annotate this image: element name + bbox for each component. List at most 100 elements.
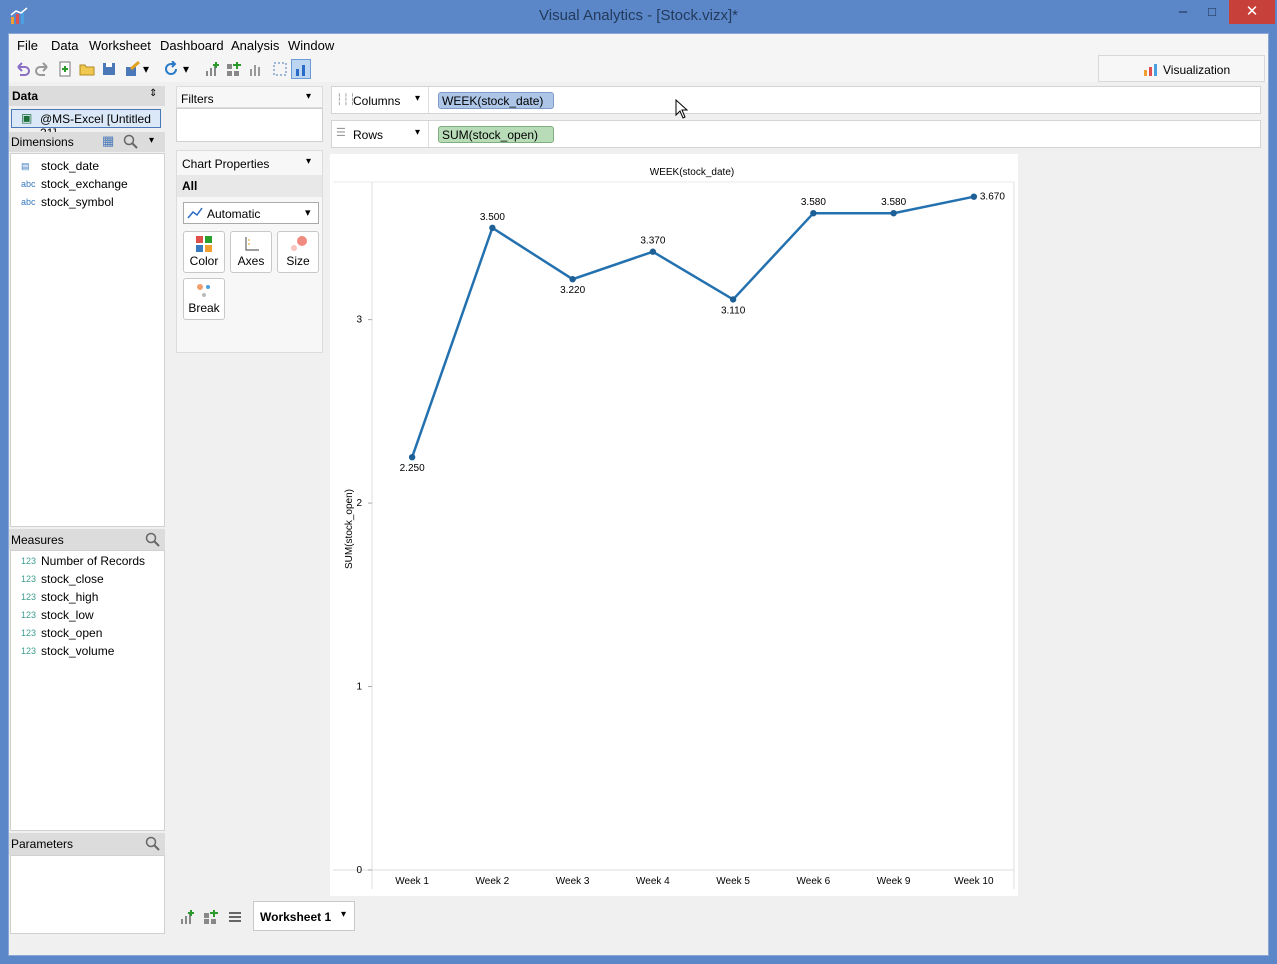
axes-button[interactable]: Axes [230, 231, 272, 273]
field-label: stock_low [41, 608, 94, 622]
open-folder-icon[interactable] [77, 59, 97, 79]
field-label: Number of Records [41, 554, 146, 568]
divider [428, 121, 429, 147]
search-icon[interactable] [145, 532, 161, 548]
sort-icon[interactable]: ⇕ [149, 88, 157, 99]
chevron-down-icon[interactable]: ▾ [141, 59, 151, 79]
columns-label: Columns [353, 94, 401, 108]
select-tool-icon[interactable] [270, 59, 290, 79]
measure-item-stock-high[interactable]: 123 stock_high [21, 589, 98, 605]
save-icon[interactable] [99, 59, 119, 79]
visualization-icon [1144, 64, 1157, 76]
chart-canvas[interactable]: WEEK(stock_date) SUM(stock_open) 0 1 2 3 We… [330, 154, 1018, 896]
measure-item-stock-open[interactable]: 123 stock_open [21, 625, 102, 641]
show-me-icon[interactable] [291, 59, 311, 79]
size-label: Size [286, 254, 310, 268]
data-point [569, 276, 576, 283]
x-tick-label: Week 10 [954, 876, 994, 887]
maximize-button[interactable]: □ [1197, 0, 1227, 24]
redo-icon[interactable] [33, 59, 53, 79]
columns-pill[interactable]: WEEK(stock_date) [438, 92, 554, 109]
measure-item-number-of-records[interactable]: 123 Number of Records [21, 553, 145, 569]
chevron-down-icon[interactable]: ▾ [149, 135, 154, 146]
new-dashboard-icon[interactable] [224, 59, 244, 79]
color-button[interactable]: Color [183, 231, 225, 273]
measures-title: Measures [11, 533, 64, 547]
data-point [489, 224, 496, 232]
visualization-tab[interactable]: Visualization [1098, 55, 1265, 82]
x-tick-label: Week 3 [556, 876, 590, 887]
new-dashboard-icon[interactable] [203, 909, 219, 925]
menu-window[interactable]: Window [288, 38, 334, 53]
chevron-down-icon: ▾ [305, 207, 311, 219]
x-tick-label: Week 9 [877, 876, 911, 887]
x-tick-label: Week 2 [476, 876, 510, 887]
data-point [729, 296, 737, 303]
measure-item-stock-volume[interactable]: 123 stock_volume [21, 643, 114, 659]
measure-item-stock-low[interactable]: 123 stock_low [21, 607, 94, 623]
number-icon: 123 [21, 592, 37, 602]
chevron-down-icon[interactable]: ▾ [306, 91, 311, 102]
parameters-list [10, 855, 165, 934]
new-worksheet-icon[interactable] [179, 909, 195, 925]
filters-title: Filters [181, 92, 214, 106]
new-file-icon[interactable] [55, 59, 75, 79]
data-point [408, 454, 416, 461]
chevron-down-icon[interactable]: ▾ [181, 59, 191, 79]
divider [428, 87, 429, 113]
chart-icon[interactable] [246, 59, 266, 79]
search-icon[interactable] [145, 836, 161, 852]
sheet-list-icon[interactable] [227, 909, 243, 925]
chevron-down-icon[interactable]: ▾ [306, 156, 311, 167]
table-view-icon[interactable]: ▦ [102, 133, 114, 149]
break-icon [197, 284, 210, 297]
menu-worksheet[interactable]: Worksheet [89, 38, 151, 53]
minimize-button[interactable]: – [1166, 0, 1200, 24]
new-worksheet-icon[interactable] [202, 59, 222, 79]
chevron-down-icon[interactable]: ▾ [415, 93, 420, 104]
tab-worksheet-1-label: Worksheet 1 [260, 910, 332, 924]
status-bar [9, 934, 1268, 955]
data-point [970, 193, 978, 200]
chevron-down-icon[interactable]: ▾ [341, 909, 346, 920]
close-button[interactable]: ✕ [1229, 0, 1275, 24]
menu-dashboard[interactable]: Dashboard [160, 38, 224, 53]
parameters-title: Parameters [11, 837, 74, 851]
search-icon[interactable] [123, 134, 139, 150]
dimension-item-stock-date[interactable]: ▤ stock_date [21, 158, 99, 174]
field-label: stock_date [41, 159, 100, 173]
chevron-down-icon[interactable]: ▾ [415, 127, 420, 138]
rows-label: Rows [353, 128, 384, 142]
refresh-icon[interactable] [161, 59, 181, 79]
size-button[interactable]: Size [277, 231, 319, 273]
chart-properties-panel: Chart Properties ▾ All Automatic ▾ Color… [176, 150, 323, 353]
tab-worksheet-1[interactable]: Worksheet 1 ▾ [253, 901, 355, 931]
y-tick-label: 2 [356, 498, 362, 509]
menu-analysis[interactable]: Analysis [231, 38, 279, 53]
undo-icon[interactable] [12, 59, 32, 79]
data-source-icon[interactable] [123, 59, 143, 79]
break-button[interactable]: Break [183, 278, 225, 320]
data-label: 2.250 [400, 463, 425, 474]
rows-pill[interactable]: SUM(stock_open) [438, 126, 554, 143]
data-source-item[interactable]: ▣ @MS-Excel [Untitled 21] [11, 109, 161, 140]
menu-data[interactable]: Data [51, 38, 78, 53]
menu-file[interactable]: File [17, 38, 38, 53]
dimension-item-stock-symbol[interactable]: abc stock_symbol [21, 194, 114, 210]
data-point [649, 248, 657, 255]
measure-item-stock-close[interactable]: 123 stock_close [21, 571, 104, 587]
data-label: 3.580 [801, 197, 826, 208]
tab-all[interactable]: All [177, 175, 322, 197]
rows-shelf[interactable]: ☰ Rows ▾ SUM(stock_open) [331, 120, 1261, 148]
text-icon: abc [21, 179, 36, 189]
filters-drop-area[interactable] [176, 108, 323, 142]
mark-type-select[interactable]: Automatic ▾ [183, 202, 319, 224]
dimension-item-stock-exchange[interactable]: abc stock_exchange [21, 176, 128, 192]
y-axis-ticks: 0 1 2 3 [356, 315, 372, 876]
color-label: Color [189, 254, 219, 268]
dimensions-title: Dimensions [11, 135, 74, 149]
x-tick-label: Week 1 [395, 876, 429, 887]
axes-label: Axes [237, 254, 265, 268]
columns-shelf[interactable]: ┆┆┆ Columns ▾ WEEK(stock_date) [331, 86, 1261, 114]
dimensions-list: ▤ stock_date abc stock_exchange abc stoc… [10, 153, 165, 527]
